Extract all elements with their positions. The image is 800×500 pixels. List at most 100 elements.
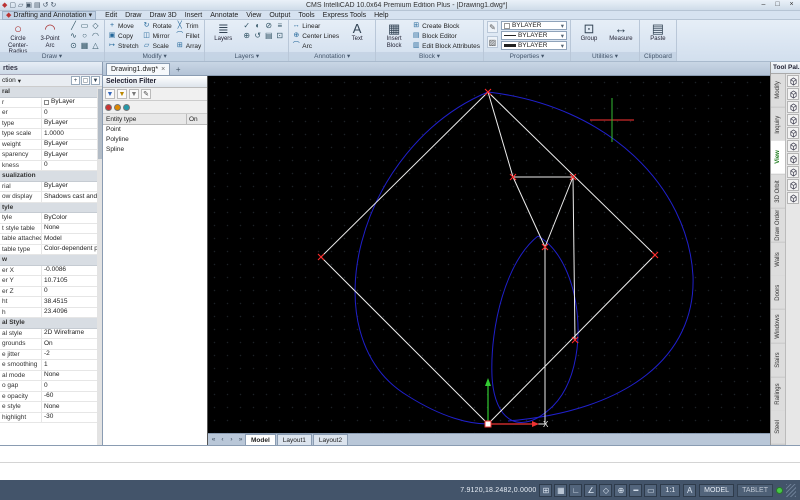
view-se-iso-icon[interactable]	[787, 166, 799, 178]
menu-tools[interactable]: Tools	[294, 12, 318, 19]
filter-edit-icon[interactable]: ✎	[141, 89, 151, 99]
view-back-icon[interactable]	[787, 140, 799, 152]
layer-off-icon[interactable]: ⊘	[263, 21, 274, 31]
etrack-toggle[interactable]: ⊕	[614, 484, 627, 497]
tab-model[interactable]: Model	[245, 434, 276, 445]
property-row[interactable]: tyle	[0, 203, 97, 214]
property-row[interactable]: ow display Shadows cast and rece...	[0, 192, 97, 203]
property-row[interactable]: al Style	[0, 318, 97, 329]
view-left-icon[interactable]	[787, 101, 799, 113]
minimize-button[interactable]: –	[757, 1, 770, 10]
open-file-icon[interactable]: ▱	[18, 1, 23, 10]
property-value[interactable]: 10.7105	[42, 276, 97, 286]
property-row[interactable]: e jitter -2	[0, 350, 97, 361]
palette-tab-stairs[interactable]: Stairs	[771, 344, 785, 378]
mirror-button[interactable]: ◫ Mirror	[143, 31, 172, 41]
close-button[interactable]: ×	[785, 1, 798, 10]
entity-type-row[interactable]: Point	[103, 125, 207, 135]
next-layout-button[interactable]: ›	[227, 436, 236, 443]
prev-layout-button[interactable]: ‹	[218, 436, 227, 443]
menu-help[interactable]: Help	[370, 12, 392, 19]
property-row[interactable]: table attached to Model	[0, 234, 97, 245]
property-value[interactable]: ByLayer	[42, 119, 97, 129]
3-point-arc-button[interactable]: ◠ 3-Point Arc	[35, 21, 65, 56]
property-value[interactable]: None	[42, 402, 97, 412]
quickprops-toggle[interactable]: ▭	[644, 484, 657, 497]
paste-button[interactable]: ▤ Paste	[643, 21, 673, 43]
menu-express-tools[interactable]: Express Tools	[319, 12, 370, 19]
layer-on-icon[interactable]: ✓	[241, 21, 252, 31]
property-value[interactable]: Shadows cast and rece...	[42, 192, 97, 202]
property-row[interactable]: w	[0, 255, 97, 266]
palette-tab-inquiry[interactable]: Inquiry	[771, 108, 785, 142]
app-icon[interactable]: ◆	[2, 1, 7, 10]
group-label-block[interactable]: Block ▾	[376, 52, 483, 61]
property-row[interactable]: grounds On	[0, 339, 97, 350]
property-row[interactable]: al mode None	[0, 371, 97, 382]
property-row[interactable]: highlight -30	[0, 413, 97, 424]
menu-annotate[interactable]: Annotate	[206, 12, 242, 19]
rectangle-tool-icon[interactable]: ▭	[79, 21, 90, 31]
property-value[interactable]: -30	[42, 413, 97, 423]
layer-match-icon[interactable]: ▤	[263, 31, 274, 41]
properties-painter-button[interactable]: ▨	[487, 36, 498, 48]
arc-dimension-button[interactable]: ⌒ Arc	[292, 41, 339, 51]
property-value[interactable]: ByColor	[42, 213, 97, 223]
filter-state-orange-icon[interactable]	[114, 104, 121, 111]
annotation-toggle[interactable]: A	[683, 484, 696, 497]
property-value[interactable]: 1.0000	[42, 129, 97, 139]
property-value[interactable]: Color-dependent print st...	[42, 245, 97, 255]
select-objects-icon[interactable]: ▢	[81, 76, 90, 85]
first-layout-button[interactable]: «	[209, 436, 218, 443]
color-combo[interactable]: BYLAYER ▾	[501, 21, 567, 30]
polar-toggle[interactable]: ∠	[584, 484, 597, 497]
group-label-annotation[interactable]: Annotation ▾	[289, 52, 375, 61]
property-value[interactable]: ByLayer	[42, 98, 97, 108]
layer-isolate-icon[interactable]: ⊡	[274, 31, 285, 41]
view-sw-iso-icon[interactable]	[787, 153, 799, 165]
property-row[interactable]: h 23.4096	[0, 308, 97, 319]
property-row[interactable]: e smoothing 1	[0, 360, 97, 371]
hatch-tool-icon[interactable]: ▦	[79, 41, 90, 51]
esnap-toggle[interactable]: ◇	[599, 484, 612, 497]
view-bottom-icon[interactable]	[787, 88, 799, 100]
layer-freeze-icon[interactable]: ◐	[252, 21, 263, 31]
tab-layout1[interactable]: Layout1	[277, 434, 312, 445]
property-row[interactable]: tyle ByColor	[0, 213, 97, 224]
block-editor-button[interactable]: ▤ Block Editor	[412, 31, 480, 41]
property-value[interactable]: 0	[42, 287, 97, 297]
tab-drawing1[interactable]: Drawing1.dwg* ×	[106, 63, 170, 75]
menu-draw-3d[interactable]: Draw 3D	[145, 12, 180, 19]
menu-insert[interactable]: Insert	[181, 12, 207, 19]
property-value[interactable]: 0	[42, 161, 97, 171]
lineweight-combo[interactable]: BYLAYER ▾	[501, 41, 567, 50]
property-value[interactable]: 23.4096	[42, 308, 97, 318]
palette-tab-steel[interactable]: Steel	[771, 411, 785, 445]
group-label-clipboard[interactable]: Clipboard	[640, 52, 676, 61]
property-row[interactable]: e opacity -60	[0, 392, 97, 403]
filter-funnel-edit-icon[interactable]: ▼	[117, 89, 127, 99]
property-row[interactable]: weight ByLayer	[0, 140, 97, 151]
property-row[interactable]: sparency ByLayer	[0, 150, 97, 161]
property-value[interactable]: -0.0086	[42, 266, 97, 276]
snap-toggle[interactable]: ⊞	[539, 484, 552, 497]
pickadd-toggle-icon[interactable]: +	[71, 76, 80, 85]
palette-tab-doors[interactable]: Doors	[771, 276, 785, 310]
palette-tab-windows[interactable]: Windows	[771, 310, 785, 344]
scrollbar-thumb[interactable]	[98, 89, 102, 159]
arc-tool-icon[interactable]: ◠	[90, 31, 101, 41]
maximize-button[interactable]: □	[771, 1, 784, 10]
match-properties-button[interactable]: ✎	[487, 21, 498, 33]
property-row[interactable]: rial ByLayer	[0, 182, 97, 193]
palette-tab-3d-orbit[interactable]: 3D Orbit	[771, 175, 785, 209]
resize-grip[interactable]	[786, 484, 796, 497]
donut-tool-icon[interactable]: ⊙	[68, 41, 79, 51]
array-button[interactable]: ⊞ Array	[176, 41, 202, 51]
triangle-tool-icon[interactable]: △	[90, 41, 101, 51]
filter-state-red-icon[interactable]	[105, 104, 112, 111]
property-row[interactable]: type scale 1.0000	[0, 129, 97, 140]
circle-tool-icon[interactable]: ○	[79, 31, 90, 41]
view-right-icon[interactable]	[787, 114, 799, 126]
tablet-toggle[interactable]: TABLET	[737, 484, 773, 497]
property-value[interactable]: 38.4515	[42, 297, 97, 307]
